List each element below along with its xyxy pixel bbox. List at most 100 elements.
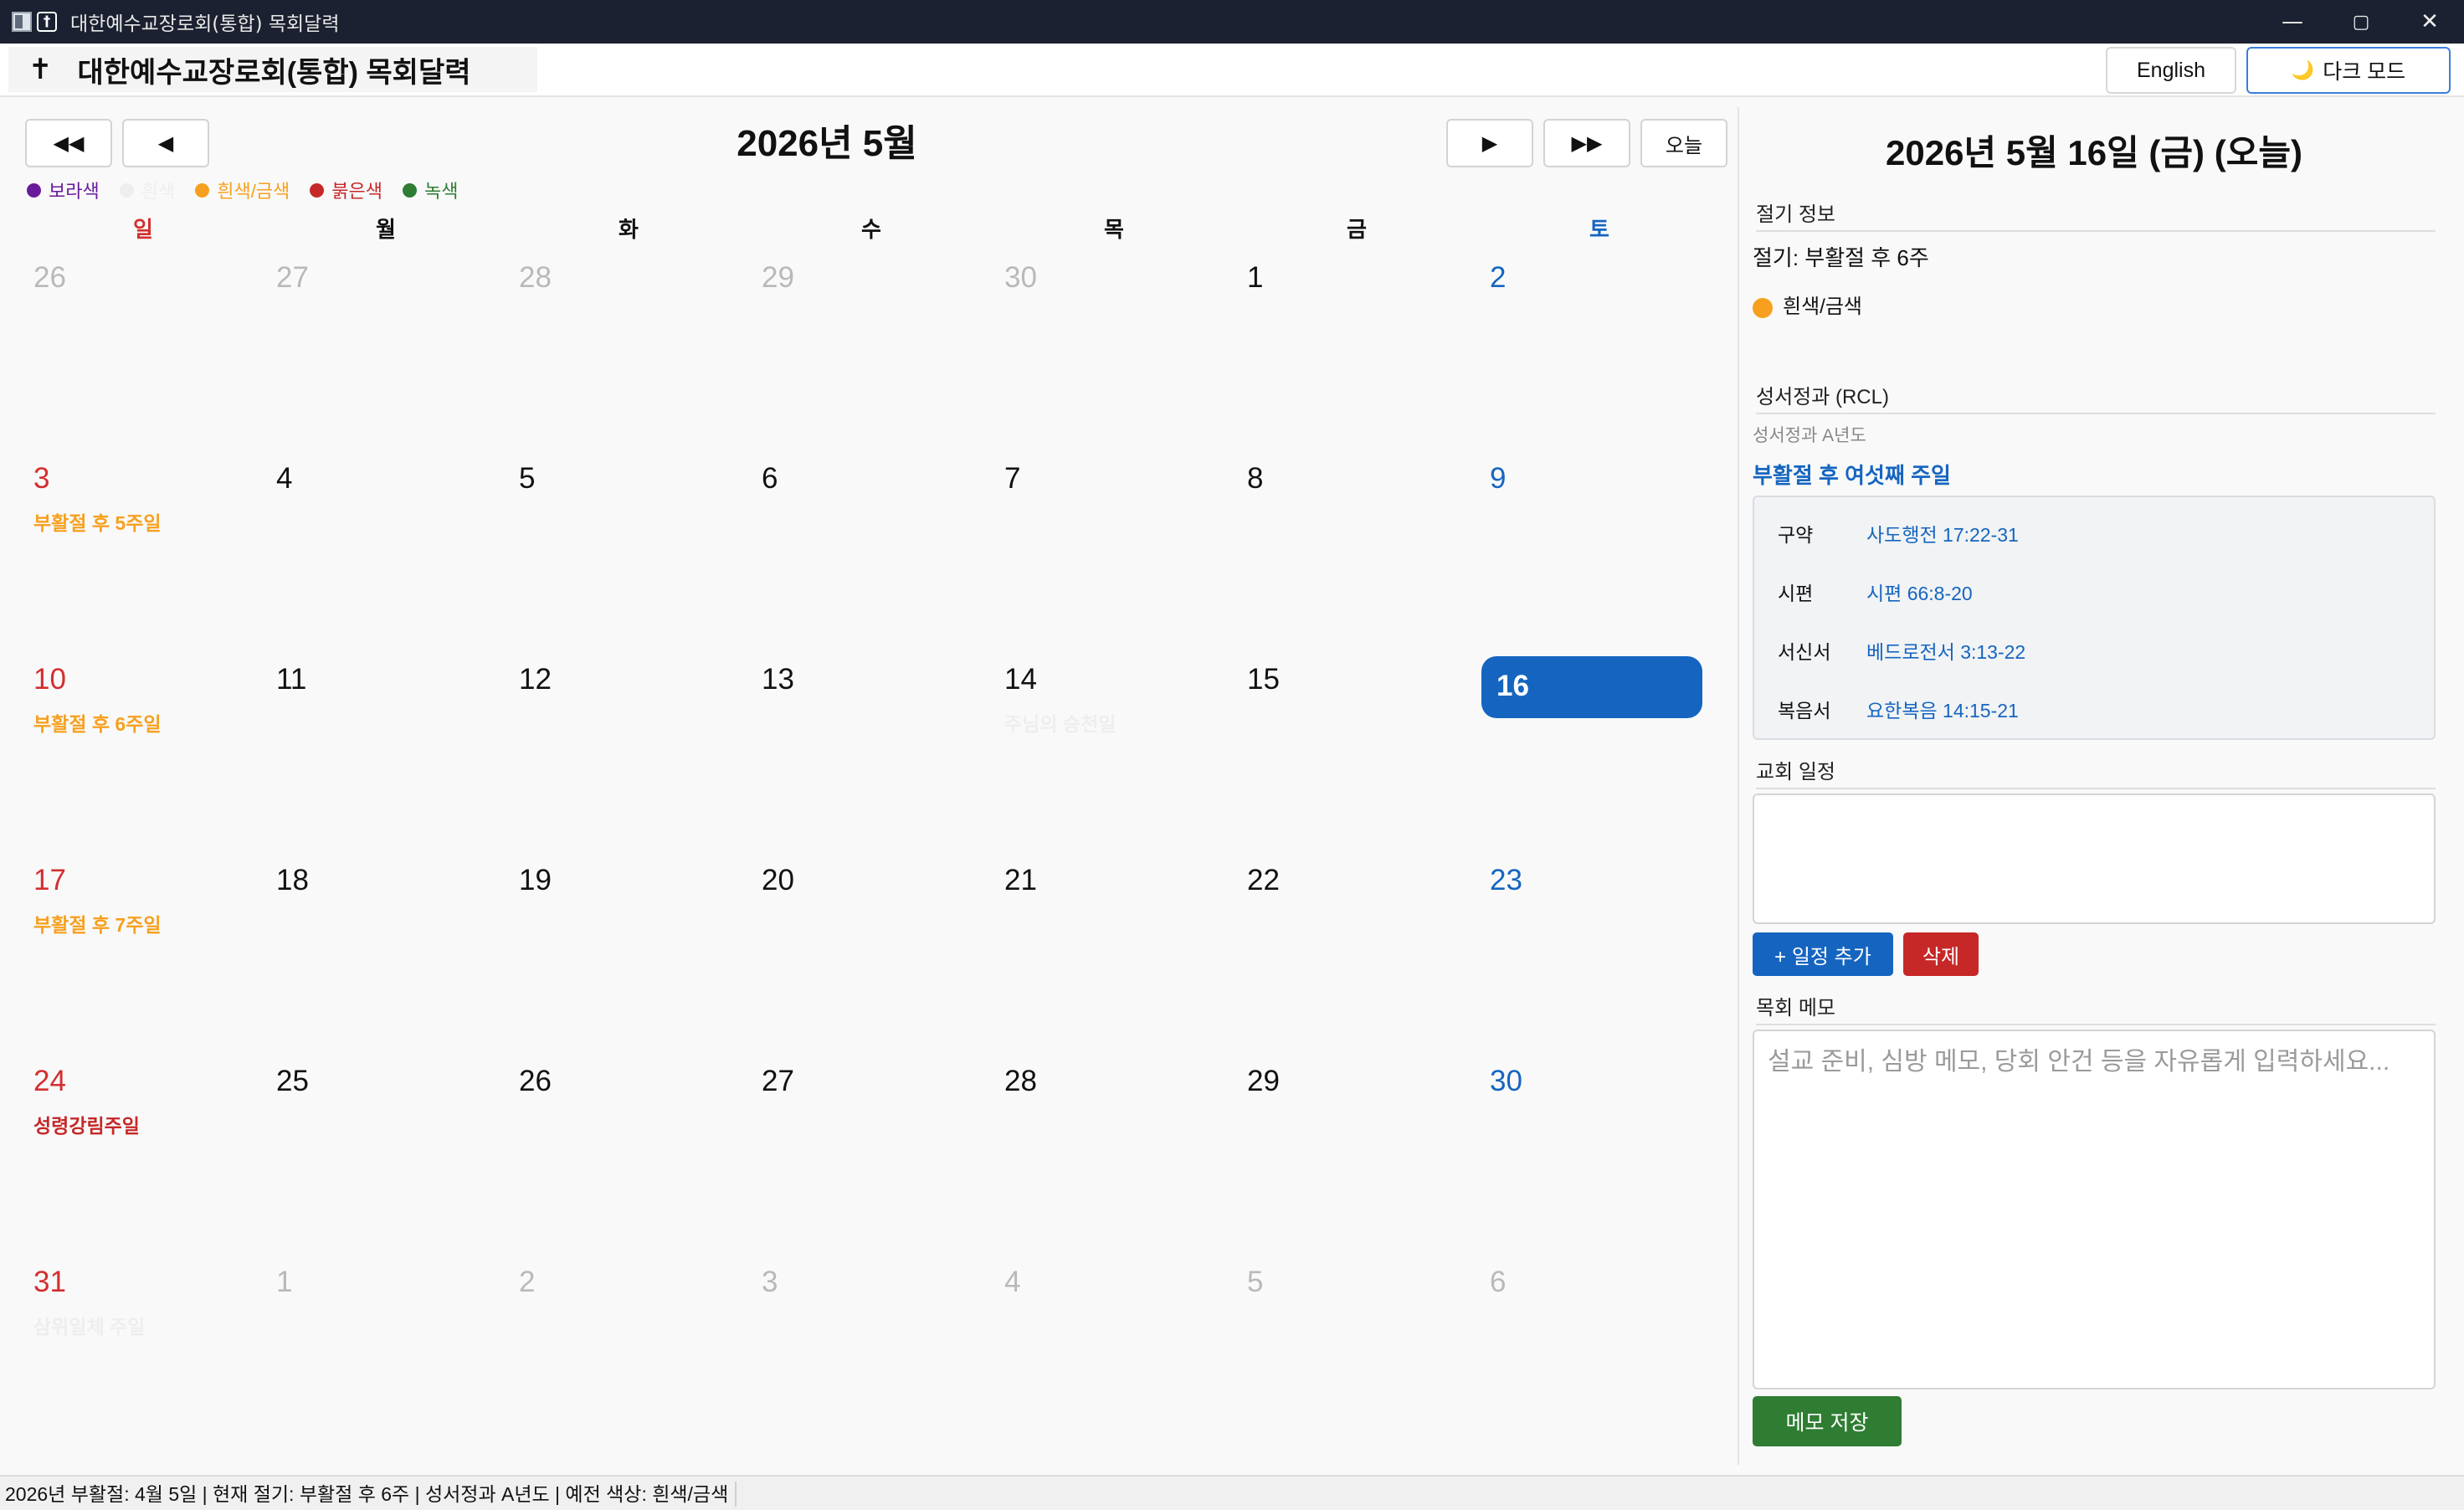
dark-mode-label: 다크 모드 [2323,60,2406,84]
day-liturgical-label: 삼위일체 주일 [33,1316,146,1338]
day-cell-today[interactable]: 16 [1478,650,1721,850]
day-number: 10 [33,663,66,696]
day-cell[interactable]: 27 [264,248,507,449]
day-cell[interactable]: 13 [750,650,993,850]
day-cell[interactable]: 12 [507,650,750,850]
save-memo-button[interactable]: 메모 저장 [1753,1396,1902,1446]
status-bar: 2026년 부활절: 4월 5일 | 현재 절기: 부활절 후 6주 | 성서정… [0,1475,2464,1510]
reading-label: 구약 [1778,524,1814,546]
day-number: 29 [762,261,794,294]
delete-event-button[interactable]: 삭제 [1903,932,1979,976]
season-text: 절기: 부활절 후 6주 [1753,245,1929,270]
day-number: 25 [276,1065,309,1097]
moon-icon: 🌙 [2291,59,2315,80]
day-cell[interactable]: 10 부활절 후 6주일 [22,650,264,850]
prev-year-button[interactable]: ◀◀ [25,119,112,167]
day-cell[interactable]: 3 [750,1252,993,1453]
day-number: 23 [1490,864,1522,896]
day-number: 9 [1490,462,1507,495]
day-cell[interactable]: 27 [750,1051,993,1252]
day-number: 20 [762,864,794,896]
day-number: 12 [519,663,552,696]
day-cell[interactable]: 26 [507,1051,750,1252]
day-number: 24 [33,1065,66,1097]
day-cell[interactable]: 19 [507,850,750,1051]
day-cell[interactable]: 6 [1478,1252,1721,1453]
day-number: 1 [1247,261,1264,294]
weekday-header-cell: 월 [376,217,396,242]
day-cell[interactable]: 2 [507,1252,750,1453]
weekday-header-cell: 화 [619,217,639,242]
legend-item: 흰색 [119,177,175,203]
day-cell[interactable]: 17 부활절 후 7주일 [22,850,264,1051]
day-number: 6 [1490,1266,1507,1298]
day-cell[interactable]: 6 [750,449,993,650]
day-cell[interactable]: 24 성령강림주일 [22,1051,264,1252]
app-icon [12,12,32,32]
day-cell[interactable]: 18 [264,850,507,1051]
day-cell[interactable]: 4 [264,449,507,650]
add-event-button[interactable]: + 일정 추가 [1753,932,1893,976]
day-cell[interactable]: 5 [507,449,750,650]
day-cell[interactable]: 22 [1235,850,1478,1051]
reading-label: 복음서 [1778,700,1831,722]
window-title: 대한예수교장로회(통합) 목회달력 [70,13,340,35]
day-cell[interactable]: 29 [750,248,993,449]
day-cell[interactable]: 29 [1235,1051,1478,1252]
day-number: 28 [1004,1065,1037,1097]
day-number: 14 [1004,663,1037,696]
minimize-button[interactable]: — [2258,0,2327,44]
day-cell[interactable]: 28 [993,1051,1235,1252]
reading-link[interactable]: 요한복음 14:15-21 [1866,695,2019,723]
cross-app-icon: † [37,12,57,32]
day-cell[interactable]: 20 [750,850,993,1051]
legend-label: 붉은색 [331,181,383,202]
reading-link[interactable]: 시편 66:8-20 [1866,578,1973,606]
prev-month-button[interactable]: ◀ [122,119,209,167]
day-cell[interactable]: 23 [1478,850,1721,1051]
day-number: 5 [519,462,536,495]
day-number: 26 [519,1065,552,1097]
day-cell[interactable]: 25 [264,1051,507,1252]
day-cell[interactable]: 9 [1478,449,1721,650]
dark-mode-button[interactable]: 🌙 다크 모드 [2246,47,2451,94]
reading-link[interactable]: 베드로전서 3:13-22 [1866,636,2025,665]
day-cell[interactable]: 7 [993,449,1235,650]
legend-item: 보라색 [27,177,100,203]
next-month-button[interactable]: ▶ [1446,119,1533,167]
next-year-button[interactable]: ▶▶ [1543,119,1630,167]
maximize-button[interactable]: ▢ [2327,0,2395,44]
day-number: 21 [1004,864,1037,896]
reading-link[interactable]: 사도행전 17:22-31 [1866,519,2019,547]
close-button[interactable]: ✕ [2395,0,2464,44]
day-liturgical-label: 주님의 승천일 [1004,713,1116,735]
day-cell[interactable]: 1 [1235,248,1478,449]
day-cell[interactable]: 28 [507,248,750,449]
day-cell[interactable]: 14 주님의 승천일 [993,650,1235,850]
day-number: 1 [276,1266,293,1298]
day-cell[interactable]: 5 [1235,1252,1478,1453]
day-cell[interactable]: 15 [1235,650,1478,850]
day-cell[interactable]: 2 [1478,248,1721,449]
day-cell[interactable]: 31 삼위일체 주일 [22,1252,264,1453]
day-cell[interactable]: 21 [993,850,1235,1051]
day-cell[interactable]: 8 [1235,449,1478,650]
day-cell[interactable]: 26 [22,248,264,449]
day-cell[interactable]: 1 [264,1252,507,1453]
memo-textarea[interactable] [1753,1030,2436,1389]
today-button[interactable]: 오늘 [1640,119,1727,167]
weekday-header-cell: 수 [861,217,881,242]
day-cell[interactable]: 4 [993,1252,1235,1453]
day-cell[interactable]: 30 [993,248,1235,449]
day-cell[interactable]: 11 [264,650,507,850]
events-list[interactable] [1753,794,2436,924]
day-cell[interactable]: 3 부활절 후 5주일 [22,449,264,650]
events-section-title: 교회 일정 [1756,755,2436,789]
day-liturgical-label: 부활절 후 6주일 [33,713,162,735]
reading-label: 서신서 [1778,641,1831,663]
english-button[interactable]: English [2106,47,2236,94]
day-number: 2 [519,1266,536,1298]
day-cell[interactable]: 30 [1478,1051,1721,1252]
day-number: 22 [1247,864,1280,896]
day-number: 15 [1247,663,1280,696]
